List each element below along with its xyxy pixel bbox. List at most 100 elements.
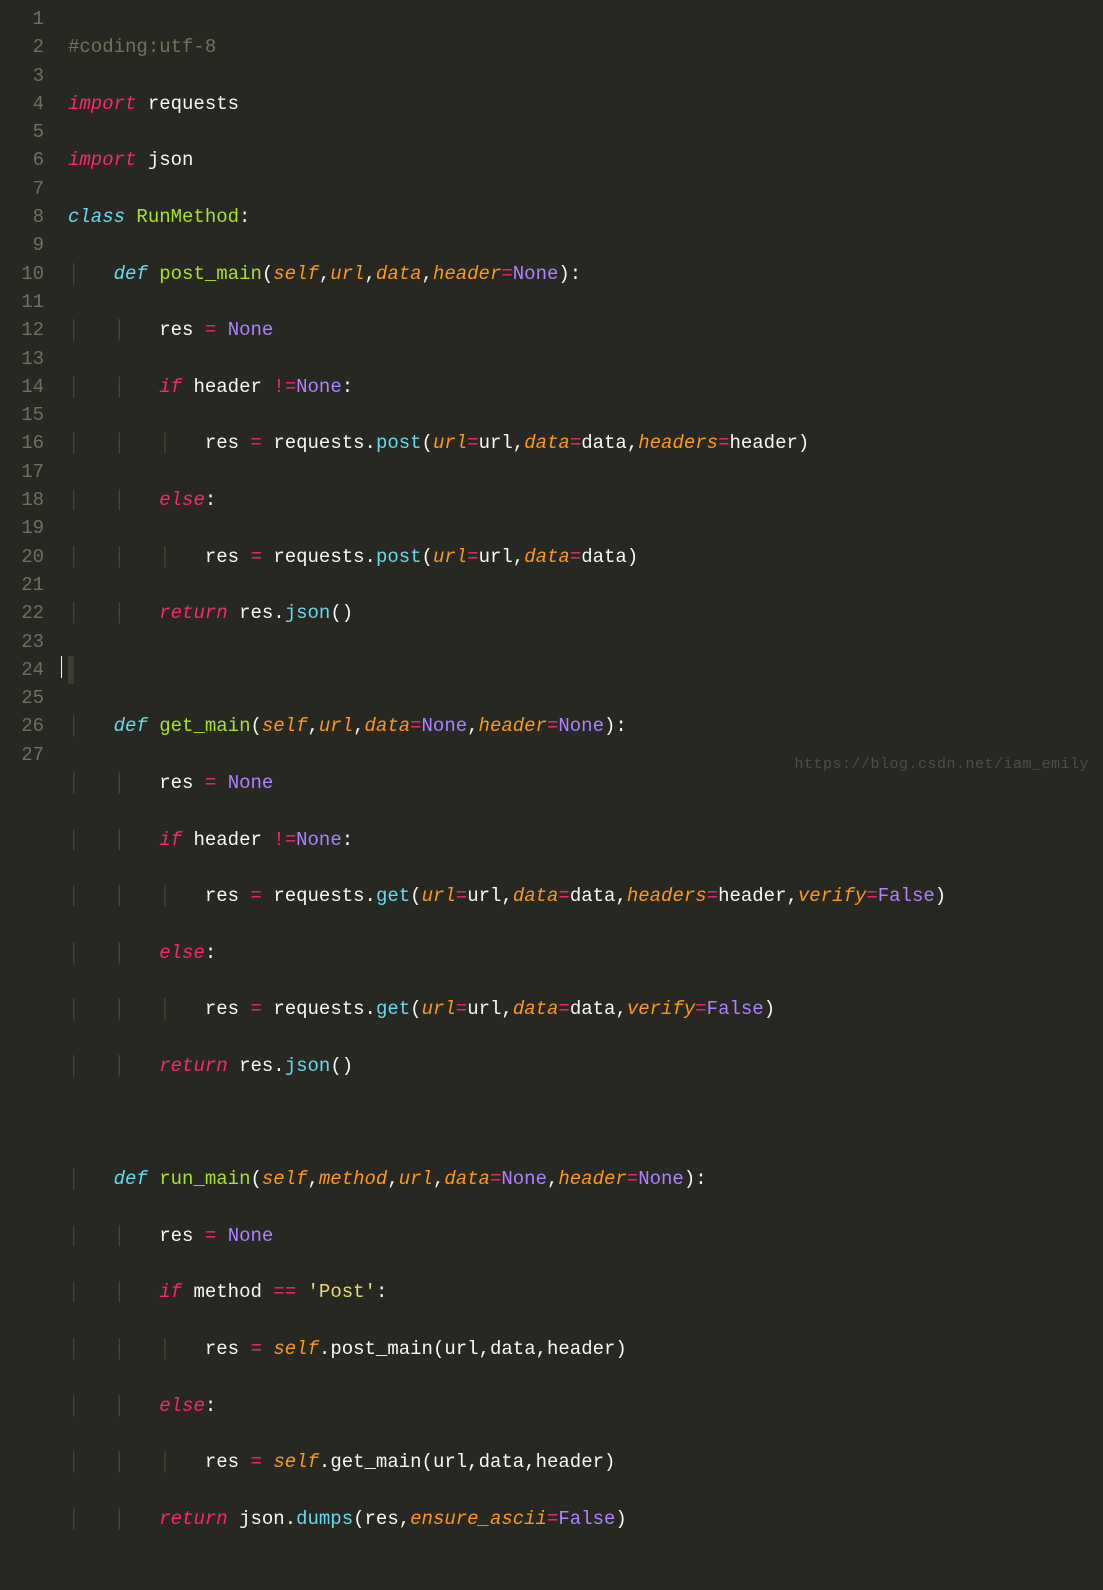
indent-guide-icon: │ [68,829,79,851]
code-line[interactable]: │ │ res = None [68,1222,1103,1250]
code-line[interactable]: │ │ │ res = requests.post(url=url,data=d… [68,429,1103,457]
keyword-class: class [68,206,125,228]
line-number: 15 [0,401,44,429]
indent-guide-icon: │ [68,1225,79,1247]
code-line[interactable]: │ │ │ res = requests.get(url=url,data=da… [68,882,1103,910]
indent-guide-icon: │ [68,772,79,794]
const-none: None [513,263,559,285]
indent-guide-icon: │ [68,1281,79,1303]
const-none: None [296,376,342,398]
line-number: 17 [0,458,44,486]
line-number-gutter: 1 2 3 4 5 6 7 8 9 10 11 12 13 14 15 16 1… [0,0,58,795]
code-line[interactable]: import json [68,146,1103,174]
indent-guide-icon: │ [68,1451,79,1473]
indent-guide-icon: │ [114,885,125,907]
indent-guide-icon: │ [68,715,79,737]
indent-guide-icon: │ [68,1508,79,1530]
code-line[interactable]: │ │ else: [68,1392,1103,1420]
code-line[interactable]: │ def get_main(self,url,data=None,header… [68,712,1103,740]
indent-guide-icon: │ [114,319,125,341]
indent-guide-icon: │ [68,1338,79,1360]
line-number: 20 [0,543,44,571]
line-number: 8 [0,203,44,231]
keyword-def: def [114,715,148,737]
line-number: 9 [0,231,44,259]
code-line[interactable]: │ │ return json.dumps(res,ensure_ascii=F… [68,1505,1103,1533]
keyword-import: import [68,149,136,171]
code-line[interactable]: import requests [68,90,1103,118]
function-name: get_main [159,715,250,737]
indent-guide-icon: │ [114,1225,125,1247]
code-line[interactable]: │ │ │ res = requests.post(url=url,data=d… [68,543,1103,571]
indent-guide-icon: │ [114,829,125,851]
indent-guide-icon: │ [114,1281,125,1303]
indent-guide-icon: │ [114,1451,125,1473]
code-line[interactable]: │ │ else: [68,486,1103,514]
code-line[interactable]: │ │ else: [68,939,1103,967]
code-line[interactable]: │ │ return res.json() [68,599,1103,627]
indent-guide-icon: │ [114,602,125,624]
line-number: 5 [0,118,44,146]
method-post: post [376,432,422,454]
current-line-highlight-icon [68,656,74,684]
method-get: get [376,885,410,907]
code-line[interactable]: #coding:utf-8 [68,33,1103,61]
line-number: 19 [0,514,44,542]
keyword-if: if [159,376,182,398]
indent-guide-icon: │ [114,432,125,454]
line-number: 21 [0,571,44,599]
code-line[interactable] [68,1109,1103,1137]
line-number: 27 [0,741,44,769]
code-line[interactable]: │ def post_main(self,url,data,header=Non… [68,260,1103,288]
code-line[interactable]: │ │ │ res = requests.get(url=url,data=da… [68,995,1103,1023]
line-number: 18 [0,486,44,514]
param-header: header [433,263,501,285]
line-number: 16 [0,429,44,457]
indent-guide-icon: │ [114,1338,125,1360]
line-number: 12 [0,316,44,344]
code-editor[interactable]: 1 2 3 4 5 6 7 8 9 10 11 12 13 14 15 16 1… [0,0,1103,795]
watermark-text: https://blog.csdn.net/iam_emily [794,751,1089,779]
code-line[interactable]: │ │ │ res = self.post_main(url,data,head… [68,1335,1103,1363]
code-line[interactable]: │ │ res = None [68,316,1103,344]
code-area[interactable]: #coding:utf-8 import requests import jso… [58,0,1103,795]
code-line[interactable]: │ def run_main(self,method,url,data=None… [68,1165,1103,1193]
const-false: False [878,885,935,907]
module-name: requests [148,93,239,115]
param-self: self [273,263,319,285]
line-number: 7 [0,175,44,203]
param-url: url [330,263,364,285]
code-line[interactable]: class RunMethod: [68,203,1103,231]
indent-guide-icon: │ [114,942,125,964]
code-line-current[interactable] [68,656,1103,684]
indent-guide-icon: │ [68,602,79,624]
code-line[interactable]: │ │ if header !=None: [68,826,1103,854]
indent-guide-icon: │ [68,376,79,398]
var-res: res [159,319,193,341]
const-none: None [228,319,274,341]
indent-guide-icon: │ [68,263,79,285]
indent-guide-icon: │ [114,489,125,511]
indent-guide-icon: │ [68,942,79,964]
indent-guide-icon: │ [68,1168,79,1190]
indent-guide-icon: │ [114,1055,125,1077]
code-line[interactable]: │ │ return res.json() [68,1052,1103,1080]
code-line[interactable]: │ │ if method == 'Post': [68,1278,1103,1306]
function-name: run_main [159,1168,250,1190]
keyword-def: def [114,263,148,285]
line-number: 24 [0,656,44,684]
indent-guide-icon: │ [68,1395,79,1417]
module-name: json [148,149,194,171]
code-line[interactable]: │ │ if header !=None: [68,373,1103,401]
line-number: 22 [0,599,44,627]
indent-guide-icon: │ [159,546,170,568]
line-number: 11 [0,288,44,316]
indent-guide-icon: │ [159,1451,170,1473]
line-number: 6 [0,146,44,174]
keyword-else: else [159,489,205,511]
indent-guide-icon: │ [68,998,79,1020]
code-line[interactable]: │ │ │ res = self.get_main(url,data,heade… [68,1448,1103,1476]
param-method: method [319,1168,387,1190]
line-number: 1 [0,5,44,33]
param-data: data [376,263,422,285]
